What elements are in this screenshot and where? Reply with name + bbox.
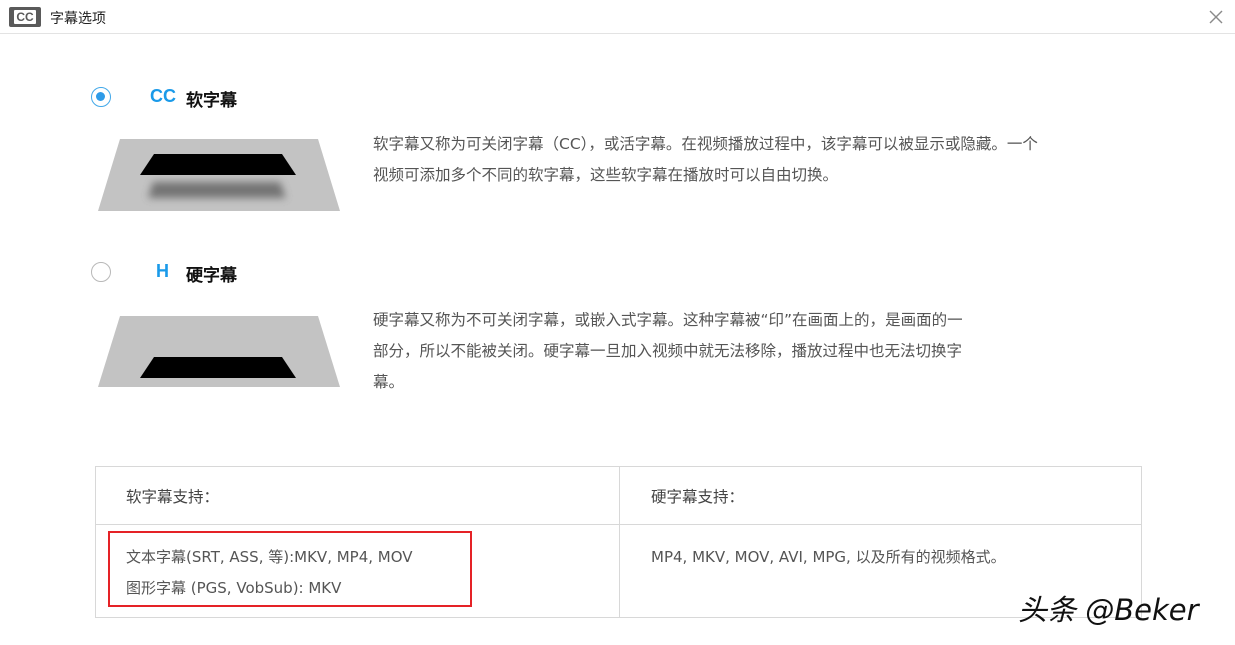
close-icon [1209,10,1223,24]
row-divider [96,524,1141,525]
hard-subtitle-label[interactable]: 硬字幕 [186,261,237,286]
soft-support-header: 软字幕支持： [126,488,220,506]
description-line: 视频可添加多个不同的软字幕，这些软字幕在播放时可以自由切换。 [373,166,839,184]
closed-caption-icon: CC [9,7,41,27]
hard-subtitle-icon: H [156,261,169,281]
watermark: 头条 @Beker [1018,593,1199,627]
column-divider [619,467,620,617]
soft-subtitle-label[interactable]: 软字幕 [186,86,237,111]
hard-subtitle-radio[interactable] [91,262,111,282]
close-button[interactable] [1205,6,1227,28]
app-icon-text: CC [14,10,36,24]
hard-support-header: 硬字幕支持： [651,488,745,506]
description-line: 硬字幕又称为不可关闭字幕，或嵌入式字幕。这种字幕被“印”在画面上的，是画面的一 [373,311,963,329]
closed-caption-icon: CC [150,86,176,106]
red-highlight-box [108,531,472,607]
description-line: 部分，所以不能被关闭。硬字幕一旦加入视频中就无法移除，播放过程中也无法切换字 [373,342,963,360]
hard-support-formats: MP4, MKV, MOV, AVI, MPG, 以及所有的视频格式。 [651,548,1006,566]
description-line: 幕。 [373,373,405,391]
soft-subtitle-radio[interactable] [91,87,111,107]
hard-subtitle-illustration [98,316,340,387]
window-title: 字幕选项 [50,11,106,27]
soft-subtitle-illustration [98,139,340,211]
hard-subtitle-description: 硬字幕又称为不可关闭字幕，或嵌入式字幕。这种字幕被“印”在画面上的，是画面的一 … [373,305,1143,398]
description-line: 软字幕又称为可关闭字幕（CC），或活字幕。在视频播放过程中，该字幕可以被显示或隐… [373,135,1038,153]
soft-subtitle-description: 软字幕又称为可关闭字幕（CC），或活字幕。在视频播放过程中，该字幕可以被显示或隐… [373,129,1143,191]
title-bar: CC 字幕选项 [0,0,1235,34]
